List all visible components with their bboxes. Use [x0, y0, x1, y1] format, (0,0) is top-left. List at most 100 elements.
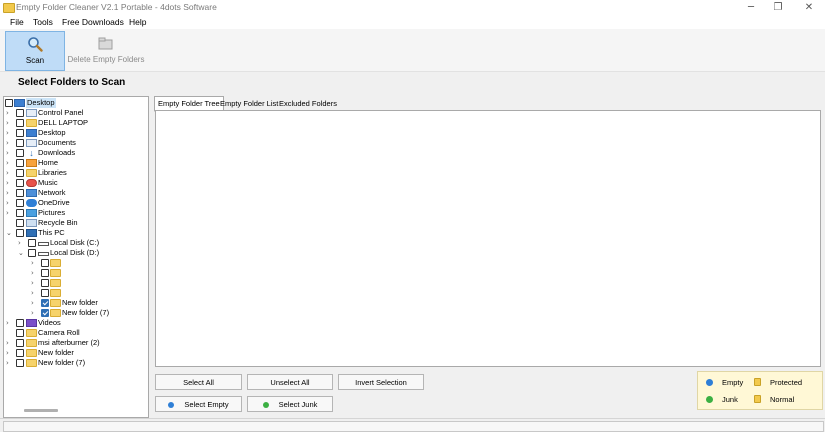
menu-free-downloads[interactable]: Free Downloads [62, 17, 124, 27]
tree-checkbox[interactable] [16, 359, 24, 367]
chevron-right-icon[interactable]: › [31, 278, 37, 288]
select-junk-label: Select Junk [278, 400, 318, 409]
legend-junk-label: Junk [722, 395, 738, 404]
delete-folder-icon [98, 37, 113, 50]
chevron-right-icon[interactable]: › [6, 178, 12, 188]
tree-checkbox-checked[interactable] [41, 309, 49, 317]
tree-label: Music [38, 178, 58, 187]
tree-checkbox[interactable] [16, 109, 24, 117]
chevron-right-icon[interactable]: › [6, 188, 12, 198]
status-bar [0, 418, 825, 432]
toolbar: Scan Delete Empty Folders [0, 29, 825, 72]
chevron-right-icon[interactable]: › [6, 168, 12, 178]
tab-excluded-folders[interactable]: Excluded Folders [275, 96, 341, 111]
tree-checkbox[interactable] [41, 269, 49, 277]
chevron-right-icon[interactable]: › [31, 288, 37, 298]
tree-checkbox[interactable] [16, 349, 24, 357]
tree-checkbox[interactable] [16, 129, 24, 137]
chevron-right-icon[interactable]: › [6, 108, 12, 118]
chevron-right-icon[interactable]: › [6, 208, 12, 218]
legend-normal-label: Normal [770, 395, 795, 404]
chevron-right-icon[interactable]: › [31, 308, 37, 318]
chevron-right-icon[interactable]: › [6, 118, 12, 128]
tree-checkbox[interactable] [16, 159, 24, 167]
chevron-right-icon[interactable]: › [31, 268, 37, 278]
select-empty-button[interactable]: Select Empty [155, 396, 242, 412]
folder-icon [754, 395, 761, 403]
unselect-all-button[interactable]: Unselect All [247, 374, 333, 390]
chevron-right-icon[interactable]: › [31, 258, 37, 268]
tree-label: New folder (7) [62, 308, 110, 317]
drive-icon [38, 252, 49, 256]
select-junk-button[interactable]: Select Junk [247, 396, 333, 412]
close-button[interactable]: ✕ [794, 0, 824, 15]
scan-button[interactable]: Scan [5, 31, 65, 71]
folder-icon [50, 309, 61, 317]
select-empty-label: Select Empty [184, 400, 229, 409]
tree-label: Desktop [26, 98, 56, 108]
chevron-right-icon[interactable]: › [6, 138, 12, 148]
scan-button-label: Scan [25, 56, 45, 65]
tree-checkbox-checked[interactable] [41, 299, 49, 307]
tree-checkbox[interactable] [16, 219, 24, 227]
delete-empty-folders-button[interactable]: Delete Empty Folders [66, 31, 146, 69]
tree-checkbox[interactable] [16, 169, 24, 177]
music-icon [26, 179, 37, 187]
tree-checkbox[interactable] [16, 229, 24, 237]
tree-checkbox[interactable] [41, 289, 49, 297]
tree-checkbox[interactable] [16, 209, 24, 217]
chevron-right-icon[interactable]: › [6, 358, 12, 368]
tree-horizontal-scrollbar[interactable] [24, 409, 58, 412]
tree-checkbox[interactable] [16, 339, 24, 347]
chevron-down-icon[interactable]: ⌄ [6, 228, 12, 238]
control-panel-icon [26, 109, 37, 117]
network-icon [26, 189, 37, 197]
tree-checkbox[interactable] [16, 319, 24, 327]
tree-label: Control Panel [38, 108, 84, 117]
libraries-icon [26, 169, 37, 177]
chevron-down-icon[interactable]: ⌄ [18, 248, 24, 258]
invert-selection-button[interactable]: Invert Selection [338, 374, 424, 390]
tree-label: Recycle Bin [38, 218, 78, 227]
chevron-right-icon[interactable]: › [6, 128, 12, 138]
menu-tools[interactable]: Tools [33, 17, 53, 27]
tab-empty-folder-list[interactable]: Empty Folder List [216, 96, 282, 111]
tree-label: New folder [62, 298, 98, 307]
chevron-right-icon[interactable]: › [6, 148, 12, 158]
tree-checkbox[interactable] [16, 189, 24, 197]
tree-checkbox[interactable] [16, 329, 24, 337]
tree-checkbox[interactable] [16, 119, 24, 127]
empty-folder-tree-view[interactable] [155, 110, 821, 367]
tree-checkbox[interactable] [16, 199, 24, 207]
folder-icon [50, 299, 61, 307]
tree-checkbox[interactable] [16, 139, 24, 147]
folder-icon [26, 359, 37, 367]
chevron-right-icon[interactable]: › [6, 158, 12, 168]
menu-file[interactable]: File [10, 17, 24, 27]
tree-checkbox[interactable] [28, 249, 36, 257]
select-all-button[interactable]: Select All [155, 374, 242, 390]
menu-help[interactable]: Help [129, 17, 146, 27]
tree-checkbox[interactable] [16, 179, 24, 187]
tree-checkbox[interactable] [5, 99, 13, 107]
tree-checkbox[interactable] [28, 239, 36, 247]
status-bar-field [3, 421, 824, 432]
tree-checkbox[interactable] [41, 259, 49, 267]
chevron-right-icon[interactable]: › [6, 318, 12, 328]
tree-label: Pictures [38, 208, 66, 217]
chevron-right-icon[interactable]: › [6, 198, 12, 208]
folder-icon [50, 279, 61, 287]
chevron-right-icon[interactable]: › [6, 348, 12, 358]
tree-label: Camera Roll [38, 328, 80, 337]
chevron-right-icon[interactable]: › [31, 298, 37, 308]
tree-label: Network [38, 188, 66, 197]
maximize-button[interactable]: ❐ [763, 0, 793, 15]
folder-tree[interactable]: Desktop › Control Panel › DELL LAPTOP › … [3, 96, 149, 418]
chevron-right-icon[interactable]: › [6, 338, 12, 348]
chevron-right-icon[interactable]: › [18, 238, 24, 248]
tree-checkbox[interactable] [16, 149, 24, 157]
minimize-button[interactable]: ─ [736, 0, 766, 15]
tree-checkbox[interactable] [41, 279, 49, 287]
blue-circle-icon [706, 379, 713, 386]
tree-label: New folder [38, 348, 74, 357]
